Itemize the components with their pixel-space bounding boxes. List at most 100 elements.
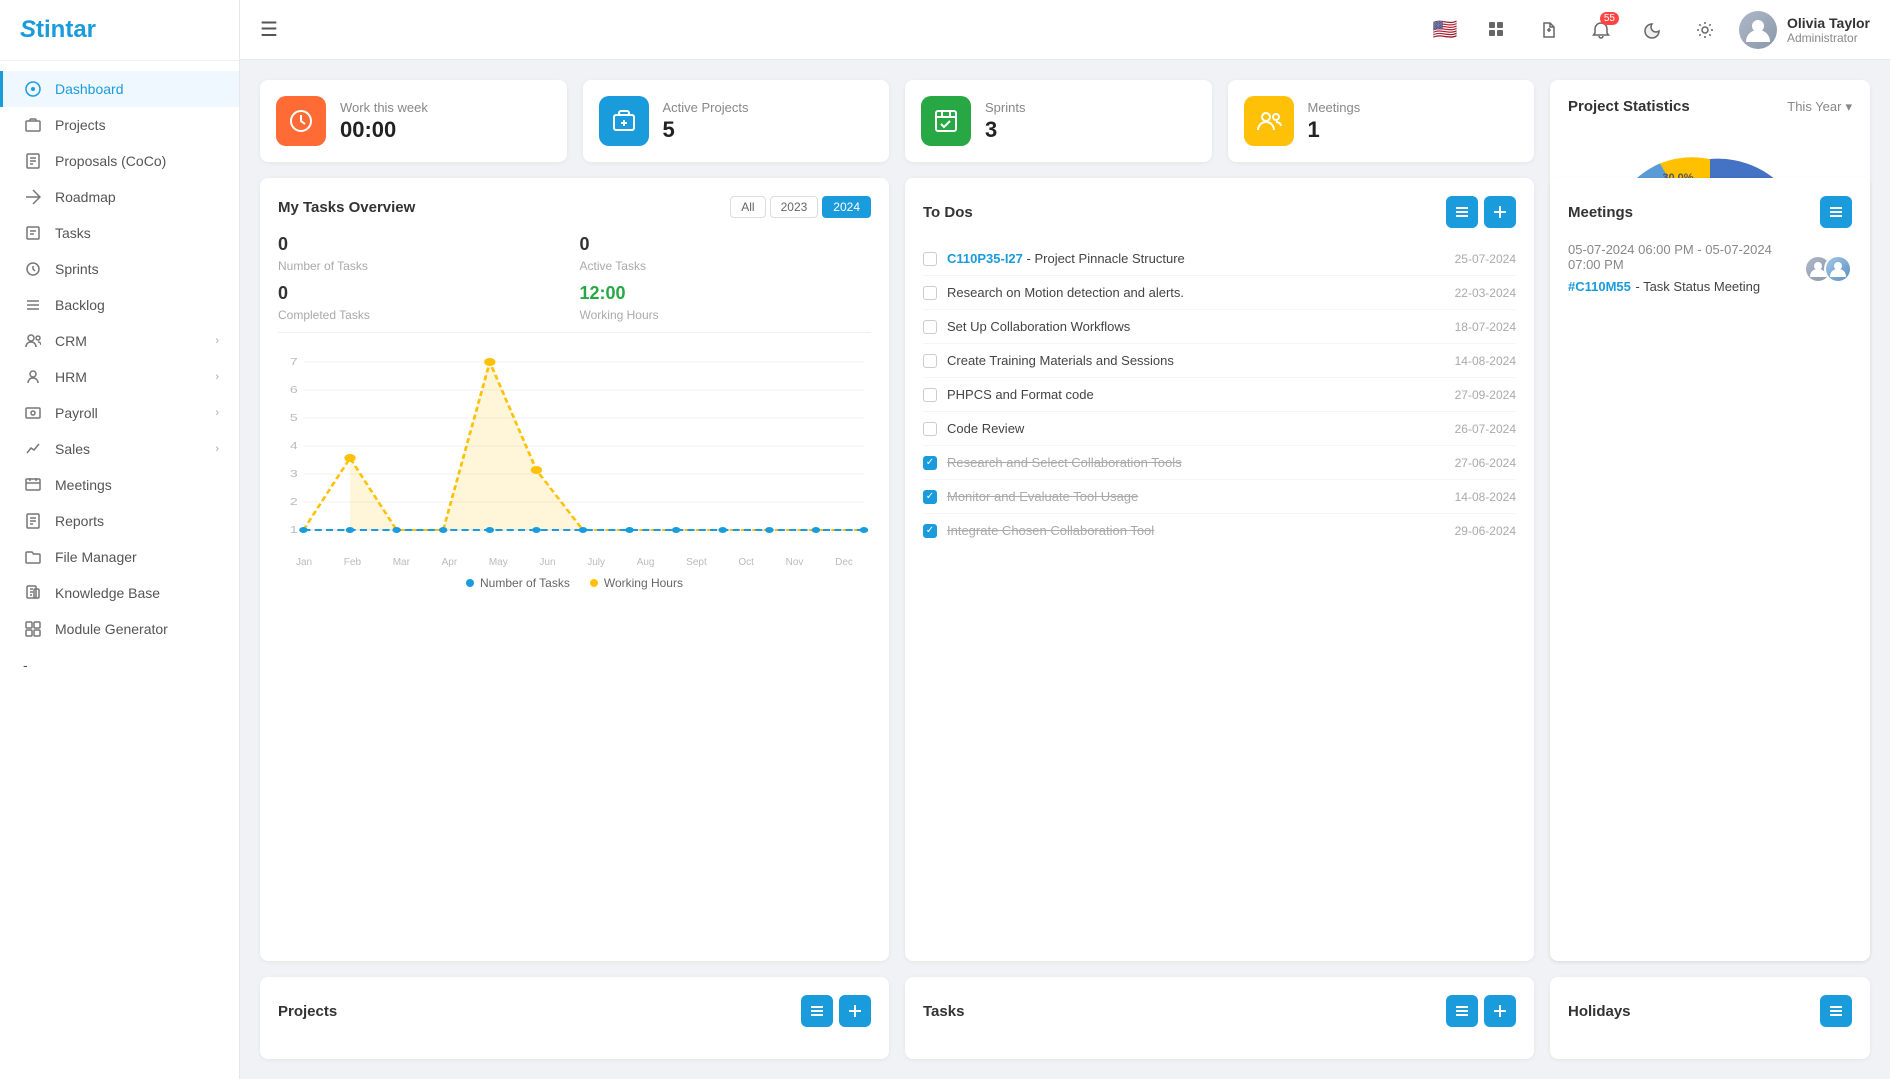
chevron-down-icon: ▾ <box>1845 99 1852 115</box>
tasks-overview-card: My Tasks Overview All 2023 2024 0 Number… <box>260 178 889 961</box>
todo-list-button[interactable] <box>1446 196 1478 228</box>
sidebar-item-sprints[interactable]: Sprints <box>0 251 239 287</box>
todo-date-7: 14-08-2024 <box>1455 490 1516 504</box>
todo-item-6: ✓ Research and Select Collaboration Tool… <box>923 446 1516 480</box>
todo-item-7: ✓ Monitor and Evaluate Tool Usage 14-08-… <box>923 480 1516 514</box>
todo-add-button[interactable] <box>1484 196 1516 228</box>
meeting-name-0: Task Status Meeting <box>1643 279 1760 294</box>
todo-checkbox-5[interactable] <box>923 422 937 436</box>
sidebar-item-hrm[interactable]: HRM › <box>0 359 239 395</box>
sidebar-item-payroll[interactable]: Payroll › <box>0 395 239 431</box>
dashboard-icon <box>23 81 43 97</box>
meetings-title: Meetings <box>1568 204 1633 221</box>
active-tasks-value: 0 <box>580 234 872 255</box>
stat-value-work: 00:00 <box>340 117 428 143</box>
sidebar-label-tasks: Tasks <box>55 225 219 241</box>
sidebar-item-sales[interactable]: Sales › <box>0 431 239 467</box>
meeting-id-0[interactable]: #C110M55 <box>1568 279 1631 294</box>
hrm-chevron: › <box>215 371 219 383</box>
tasks-section-header: Tasks <box>923 995 1516 1027</box>
payroll-icon <box>23 405 43 421</box>
tasks-add-button[interactable] <box>1484 995 1516 1027</box>
projects-add-button[interactable] <box>839 995 871 1027</box>
todo-text-8: Integrate Chosen Collaboration Tool <box>947 523 1445 538</box>
sidebar-item-meetings[interactable]: Meetings <box>0 467 239 503</box>
working-hours-value: 12:00 <box>580 283 872 304</box>
todo-date-3: 14-08-2024 <box>1455 354 1516 368</box>
todo-checkbox-4[interactable] <box>923 388 937 402</box>
todo-checkbox-3[interactable] <box>923 354 937 368</box>
sidebar-item-backlog[interactable]: Backlog <box>0 287 239 323</box>
menu-toggle-button[interactable]: ☰ <box>260 17 278 42</box>
language-selector[interactable]: 🇺🇸 <box>1427 12 1463 48</box>
working-hours-stat: 12:00 Working Hours <box>580 283 872 322</box>
sidebar-item-projects[interactable]: Projects <box>0 107 239 143</box>
working-hours-label: Working Hours <box>580 308 872 322</box>
completed-tasks-label: Completed Tasks <box>278 308 570 322</box>
filter-2023[interactable]: 2023 <box>770 196 819 218</box>
project-stats-filter[interactable]: This Year ▾ <box>1787 99 1852 115</box>
todo-link-0[interactable]: C110P35-I27 <box>947 251 1023 266</box>
sidebar-label-payroll: Payroll <box>55 405 215 421</box>
todo-actions <box>1446 196 1516 228</box>
meetings-list-button[interactable] <box>1820 196 1852 228</box>
todo-date-4: 27-09-2024 <box>1455 388 1516 402</box>
sidebar-item-file-manager[interactable]: File Manager <box>0 539 239 575</box>
notifications-button[interactable]: 55 <box>1583 12 1619 48</box>
meeting-title-row: #C110M55 - Task Status Meeting <box>1568 278 1804 296</box>
filter-2024[interactable]: 2024 <box>822 196 871 218</box>
todo-date-2: 18-07-2024 <box>1455 320 1516 334</box>
sidebar-item-proposals[interactable]: Proposals (CoCo) <box>0 143 239 179</box>
apps-button[interactable] <box>1479 12 1515 48</box>
tasks-section-actions <box>1446 995 1516 1027</box>
stat-card-meetings: Meetings 1 <box>1228 80 1535 162</box>
stat-card-work: Work this week 00:00 <box>260 80 567 162</box>
todo-text-3: Create Training Materials and Sessions <box>947 353 1445 368</box>
sales-chevron: › <box>215 443 219 455</box>
svg-text:2: 2 <box>290 496 298 507</box>
sidebar-item-crm[interactable]: CRM › <box>0 323 239 359</box>
todo-checkbox-7[interactable]: ✓ <box>923 490 937 504</box>
todo-item-5: Code Review 26-07-2024 <box>923 412 1516 446</box>
header: ☰ 🇺🇸 55 <box>240 0 1890 60</box>
todo-checkbox-2[interactable] <box>923 320 937 334</box>
projects-list-button[interactable] <box>801 995 833 1027</box>
holidays-list-button[interactable] <box>1820 995 1852 1027</box>
todo-checkbox-6[interactable]: ✓ <box>923 456 937 470</box>
stat-label-meetings: Meetings <box>1308 100 1361 115</box>
sidebar-item-reports[interactable]: Reports <box>0 503 239 539</box>
chart-legend: Number of Tasks Working Hours <box>278 576 871 590</box>
todo-checkbox-0[interactable] <box>923 252 937 266</box>
project-stats-header: Project Statistics This Year ▾ <box>1568 98 1852 115</box>
filter-all[interactable]: All <box>730 196 765 218</box>
projects-section-title: Projects <box>278 1003 337 1020</box>
hrm-icon <box>23 369 43 385</box>
projects-section-header: Projects <box>278 995 871 1027</box>
sprints-stat-icon <box>921 96 971 146</box>
sidebar-label-sprints: Sprints <box>55 261 219 277</box>
todo-checkbox-8[interactable]: ✓ <box>923 524 937 538</box>
sidebar-item-more[interactable]: - <box>0 647 239 683</box>
projects-section-actions <box>801 995 871 1027</box>
sidebar-nav: Dashboard Projects Proposals (CoCo) Road… <box>0 61 239 1079</box>
projects-section-card: Projects <box>260 977 889 1059</box>
sidebar-item-knowledge-base[interactable]: Knowledge Base <box>0 575 239 611</box>
user-profile[interactable]: Olivia Taylor Administrator <box>1739 11 1870 49</box>
dark-mode-button[interactable] <box>1635 12 1671 48</box>
sidebar-item-module-generator[interactable]: Module Generator <box>0 611 239 647</box>
overview-stats: 0 Number of Tasks 0 Active Tasks 0 Compl… <box>278 234 871 333</box>
todos-title: To Dos <box>923 204 973 221</box>
add-button[interactable] <box>1531 12 1567 48</box>
module-generator-icon <box>23 621 43 637</box>
meeting-avatars-0 <box>1804 255 1852 283</box>
todo-checkbox-1[interactable] <box>923 286 937 300</box>
sidebar-item-dashboard[interactable]: Dashboard <box>0 71 239 107</box>
tasks-list-button[interactable] <box>1446 995 1478 1027</box>
sidebar-item-tasks[interactable]: Tasks <box>0 215 239 251</box>
notification-badge: 55 <box>1600 12 1619 25</box>
svg-text:7: 7 <box>290 356 298 367</box>
sidebar-item-roadmap[interactable]: Roadmap <box>0 179 239 215</box>
logo-text: Stintar <box>20 16 96 43</box>
settings-button[interactable] <box>1687 12 1723 48</box>
stat-value-projects: 5 <box>663 117 749 143</box>
